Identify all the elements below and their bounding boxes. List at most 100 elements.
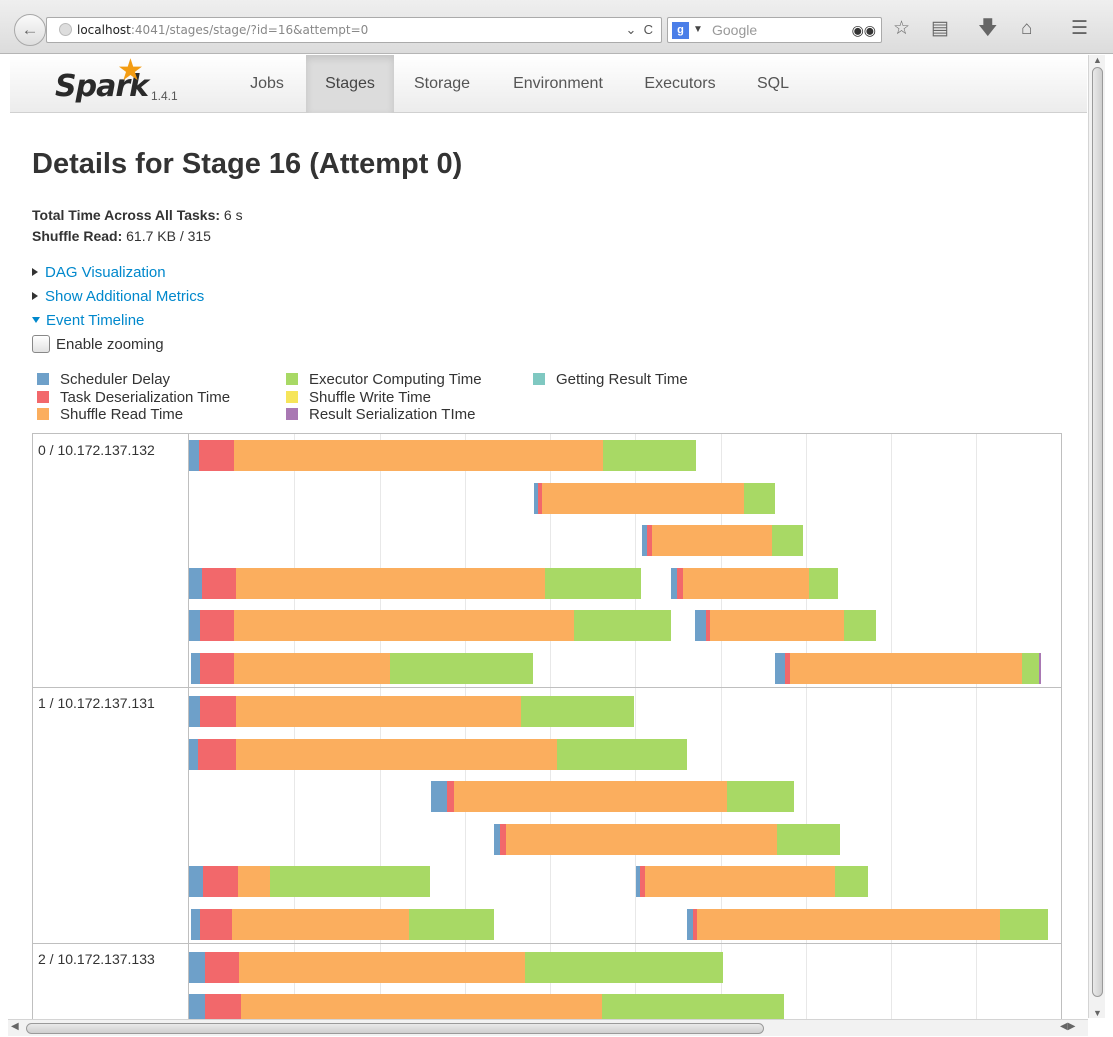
triangle-down-icon — [32, 317, 40, 323]
task-bar[interactable] — [494, 824, 840, 855]
address-bar[interactable]: localhost:4041/stages/stage/?id=16&attem… — [46, 17, 662, 43]
task-bar[interactable] — [189, 568, 641, 599]
task-bar-segment — [270, 866, 430, 897]
task-bar-segment — [1000, 909, 1048, 940]
download-icon[interactable]: 🡇 — [978, 17, 998, 41]
scroll-left-icon[interactable]: ◀ — [11, 1021, 19, 1032]
task-bar-segment — [189, 568, 202, 599]
legend-task-deserialization: Task Deserialization Time — [37, 389, 230, 406]
task-bar-segment — [189, 440, 199, 471]
task-bar-segment — [191, 653, 200, 684]
task-bar-segment — [191, 909, 200, 940]
task-bar[interactable] — [189, 866, 430, 897]
task-bar[interactable] — [189, 952, 723, 983]
back-icon[interactable]: ← — [14, 14, 46, 46]
search-input[interactable]: g ▼ Google ◉◉ — [667, 17, 882, 43]
vertical-scrollbar[interactable]: ▲ ▼ — [1088, 55, 1105, 1018]
legend-swatch — [37, 408, 49, 420]
spark-navbar: Spark ★ 1.4.1 Jobs Stages Storage Enviro… — [10, 54, 1087, 113]
executor-label: 0 / 10.172.137.132 — [38, 442, 155, 458]
executor-separator — [33, 687, 1061, 688]
task-bar[interactable] — [642, 525, 803, 556]
tab-jobs[interactable]: Jobs — [238, 55, 296, 113]
task-bar-segment — [189, 866, 203, 897]
legend-getting-result: Getting Result Time — [533, 371, 688, 388]
additional-metrics-link[interactable]: Show Additional Metrics — [45, 288, 204, 305]
tab-executors[interactable]: Executors — [632, 55, 728, 113]
executor-label: 2 / 10.172.137.133 — [38, 951, 155, 967]
task-bar-segment — [727, 781, 794, 812]
tab-storage[interactable]: Storage — [404, 55, 480, 113]
dag-visualization-link[interactable]: DAG Visualization — [45, 264, 166, 281]
chevron-down-icon[interactable]: ▼ — [693, 18, 703, 42]
task-bar-segment — [710, 610, 844, 641]
vertical-scroll-thumb[interactable] — [1092, 67, 1103, 997]
task-bar-segment — [652, 525, 772, 556]
scroll-up-icon[interactable]: ▲ — [1089, 55, 1106, 65]
task-bar-segment — [521, 696, 634, 727]
legend-result-serialization: Result Serialization TIme — [286, 406, 475, 423]
task-bar[interactable] — [189, 739, 687, 770]
task-bar[interactable] — [431, 781, 794, 812]
task-bar[interactable] — [687, 909, 1048, 940]
event-timeline-toggle[interactable]: Event Timeline — [32, 312, 144, 329]
task-bar-segment — [238, 866, 270, 897]
legend-executor-computing: Executor Computing Time — [286, 371, 482, 388]
spark-version: 1.4.1 — [151, 89, 178, 103]
task-bar[interactable] — [534, 483, 775, 514]
legend-label: Executor Computing Time — [309, 371, 482, 388]
triangle-right-icon — [32, 268, 38, 276]
task-bar-segment — [234, 440, 603, 471]
tab-sql[interactable]: SQL — [743, 55, 803, 113]
horizontal-scroll-thumb[interactable] — [26, 1023, 764, 1034]
dag-visualization-toggle[interactable]: DAG Visualization — [32, 264, 166, 281]
task-bar-segment — [200, 610, 234, 641]
task-bar-segment — [431, 781, 447, 812]
zoom-option[interactable]: Enable zooming — [32, 335, 164, 353]
task-bar-segment — [697, 909, 1000, 940]
task-bar[interactable] — [695, 610, 876, 641]
scroll-right-icon[interactable]: ◀▶ — [1060, 1021, 1075, 1032]
task-bar-segment — [236, 739, 557, 770]
task-bar[interactable] — [191, 909, 494, 940]
event-timeline-link[interactable]: Event Timeline — [46, 312, 144, 329]
task-bar[interactable] — [189, 610, 671, 641]
spark-star-icon: ★ — [117, 54, 144, 87]
legend-label: Task Deserialization Time — [60, 389, 231, 406]
task-bar-segment — [835, 866, 868, 897]
menu-icon[interactable]: ☰ — [1071, 17, 1088, 41]
task-bar-segment — [205, 952, 239, 983]
task-bar-segment — [200, 909, 232, 940]
scroll-down-icon[interactable]: ▼ — [1089, 1008, 1106, 1018]
task-bar-segment — [1022, 653, 1039, 684]
legend-label: Result Serialization TIme — [309, 406, 476, 423]
enable-zooming-checkbox[interactable] — [32, 335, 50, 353]
url-dropdown-icon[interactable]: ⌄ — [625, 22, 636, 37]
site-info-icon[interactable] — [59, 23, 72, 36]
task-bar-segment — [234, 653, 390, 684]
horizontal-scrollbar[interactable]: ◀ ◀▶ — [8, 1019, 1088, 1036]
event-timeline[interactable]: 0 / 10.172.137.132 1 / 10.172.137.131 2 … — [32, 433, 1062, 1033]
task-bar-segment — [506, 824, 777, 855]
task-bar[interactable] — [671, 568, 838, 599]
binoculars-icon[interactable]: ◉◉ — [852, 18, 876, 42]
home-icon[interactable]: ⌂ — [1021, 17, 1032, 41]
task-bar-segment — [447, 781, 454, 812]
search-placeholder: Google — [712, 22, 758, 38]
task-bar[interactable] — [775, 653, 1041, 684]
task-bar-segment — [844, 610, 876, 641]
task-bar[interactable] — [189, 440, 696, 471]
tab-environment[interactable]: Environment — [499, 55, 617, 113]
tab-stages[interactable]: Stages — [306, 55, 394, 113]
task-bar-segment — [645, 866, 835, 897]
task-bar[interactable] — [636, 866, 868, 897]
search-engine-icon[interactable]: g — [672, 22, 689, 39]
legend-swatch — [37, 373, 49, 385]
task-bar[interactable] — [191, 653, 533, 684]
task-bar[interactable] — [189, 696, 634, 727]
bookmark-star-icon[interactable]: ☆ — [893, 17, 910, 41]
bookmarks-icon[interactable]: ▤ — [931, 17, 949, 41]
reload-icon[interactable]: C — [644, 22, 653, 37]
task-bar-segment — [790, 653, 1022, 684]
additional-metrics-toggle[interactable]: Show Additional Metrics — [32, 288, 204, 305]
